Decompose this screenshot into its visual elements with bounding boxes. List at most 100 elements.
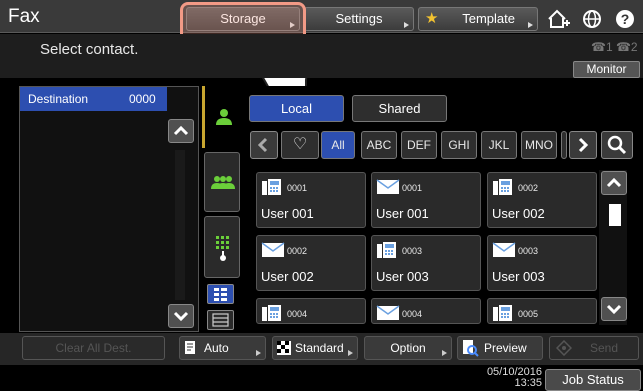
tile-view-icon (214, 288, 227, 301)
line-indicators: ☎1 ☎2 (591, 40, 638, 54)
local-tab[interactable]: Local (249, 95, 344, 122)
index-tab-all-label: All (331, 138, 345, 152)
fax-icon (261, 304, 283, 322)
index-tab-all[interactable]: All (321, 131, 355, 159)
tab-groups[interactable] (204, 152, 240, 212)
home-add-icon[interactable] (546, 8, 570, 30)
fax-icon (492, 304, 514, 322)
template-label: Template (462, 11, 515, 26)
contact-name: User 002 (261, 269, 314, 284)
contact-name: User 001 (376, 206, 429, 221)
keypad-icon (216, 236, 229, 261)
tile-view-button[interactable] (207, 284, 234, 304)
shared-tab[interactable]: Shared (352, 95, 447, 122)
time-text: 13:35 (514, 377, 542, 389)
contact-number: 0003 (402, 246, 423, 256)
date-time: 05/10/2016 13:35 (464, 367, 542, 389)
svg-text:?: ? (621, 11, 630, 27)
globe-icon[interactable] (580, 8, 604, 30)
search-icon (607, 135, 627, 155)
index-tab-mno-label: MNO (525, 138, 553, 152)
contact-number: 0001 (287, 183, 308, 193)
email-icon (376, 178, 400, 196)
dest-scroll-track[interactable] (175, 150, 185, 300)
email-icon (261, 241, 285, 259)
index-tab-ghi-label: GHI (448, 138, 470, 152)
contact-card[interactable]: 0005 (487, 298, 597, 324)
monitor-button[interactable]: Monitor (573, 61, 640, 78)
contact-card[interactable]: 0002 User 002 (487, 172, 597, 228)
group-icon (211, 176, 235, 189)
star-icon: ★ (425, 10, 439, 27)
index-tab-abc-label: ABC (366, 138, 392, 152)
contact-card[interactable]: 0004 (371, 298, 481, 324)
settings-button[interactable]: Settings (304, 7, 414, 31)
preview-button[interactable]: Preview (457, 336, 543, 360)
index-tab-jkl-label: JKL (488, 138, 510, 152)
grid-scroll-down-button[interactable] (601, 297, 627, 321)
resolution-icon (277, 341, 291, 355)
contact-card[interactable]: 0004 (256, 298, 366, 324)
contact-number: 0002 (518, 183, 539, 193)
contact-card[interactable]: 0001 User 001 (256, 172, 366, 228)
option-label: Option (390, 341, 426, 355)
index-tab-favorites[interactable]: ♡ (281, 131, 319, 159)
standard-label: Standard (295, 341, 344, 355)
index-tab-jkl[interactable]: JKL (481, 131, 517, 159)
option-button[interactable]: Option (364, 336, 452, 360)
index-tab-mno[interactable]: MNO (521, 131, 557, 159)
settings-label: Settings (335, 11, 383, 26)
dest-scroll-down-button[interactable] (168, 304, 194, 328)
document-icon (185, 341, 195, 354)
contact-card[interactable]: 0002 User 002 (256, 235, 366, 291)
contact-number: 0005 (518, 309, 539, 319)
index-prev-button[interactable] (250, 131, 278, 159)
person-icon (216, 109, 232, 125)
contact-number: 0001 (402, 183, 423, 193)
preview-label: Preview (484, 341, 527, 355)
index-tab-abc[interactable]: ABC (361, 131, 397, 159)
index-tab-ghi[interactable]: GHI (441, 131, 477, 159)
contact-card[interactable]: 0003 User 003 (487, 235, 597, 291)
grid-scroll-thumb[interactable] (609, 204, 621, 226)
standard-button[interactable]: Standard (272, 336, 358, 360)
destination-label: Destination (28, 92, 89, 106)
fax-icon (261, 178, 283, 196)
tab-keypad[interactable] (204, 216, 240, 278)
local-tab-label: Local (280, 101, 313, 116)
app-title: Fax (8, 6, 40, 27)
auto-button[interactable]: Auto (179, 336, 266, 360)
list-view-icon (212, 313, 229, 327)
dest-scroll-up-button[interactable] (168, 119, 194, 143)
send-label: Send (590, 341, 619, 355)
shared-tab-label: Shared (378, 101, 421, 116)
tab-individual-contacts[interactable] (202, 86, 242, 148)
grid-scroll-up-button[interactable] (601, 171, 627, 195)
contact-number: 0004 (287, 309, 308, 319)
template-button[interactable]: ★ Template (418, 7, 538, 31)
index-tab-def[interactable]: DEF (401, 131, 437, 159)
index-tab-partial[interactable] (561, 131, 567, 159)
preview-icon (463, 340, 479, 357)
auto-label: Auto (204, 341, 229, 355)
send-icon (556, 340, 572, 356)
contact-name: User 002 (492, 206, 545, 221)
contact-card[interactable]: 0001 User 001 (371, 172, 481, 228)
contact-name: User 003 (492, 269, 545, 284)
contact-card[interactable]: 0003 User 003 (371, 235, 481, 291)
instruction-text: Select contact. (40, 41, 139, 58)
clear-all-dest-button[interactable]: Clear All Dest. (22, 336, 165, 360)
heart-icon: ♡ (292, 136, 308, 153)
contact-number: 0003 (518, 246, 539, 256)
send-button[interactable]: Send (549, 336, 639, 360)
clear-all-label: Clear All Dest. (55, 341, 132, 355)
search-button[interactable] (601, 131, 633, 159)
help-icon[interactable]: ? (613, 8, 637, 30)
contact-number: 0002 (287, 246, 308, 256)
list-view-button[interactable] (207, 310, 234, 330)
job-status-button[interactable]: Job Status (545, 369, 641, 391)
index-tab-def-label: DEF (407, 138, 431, 152)
destination-count: 0000 (129, 92, 156, 106)
index-next-button[interactable] (569, 131, 597, 159)
fax-icon (376, 241, 398, 259)
